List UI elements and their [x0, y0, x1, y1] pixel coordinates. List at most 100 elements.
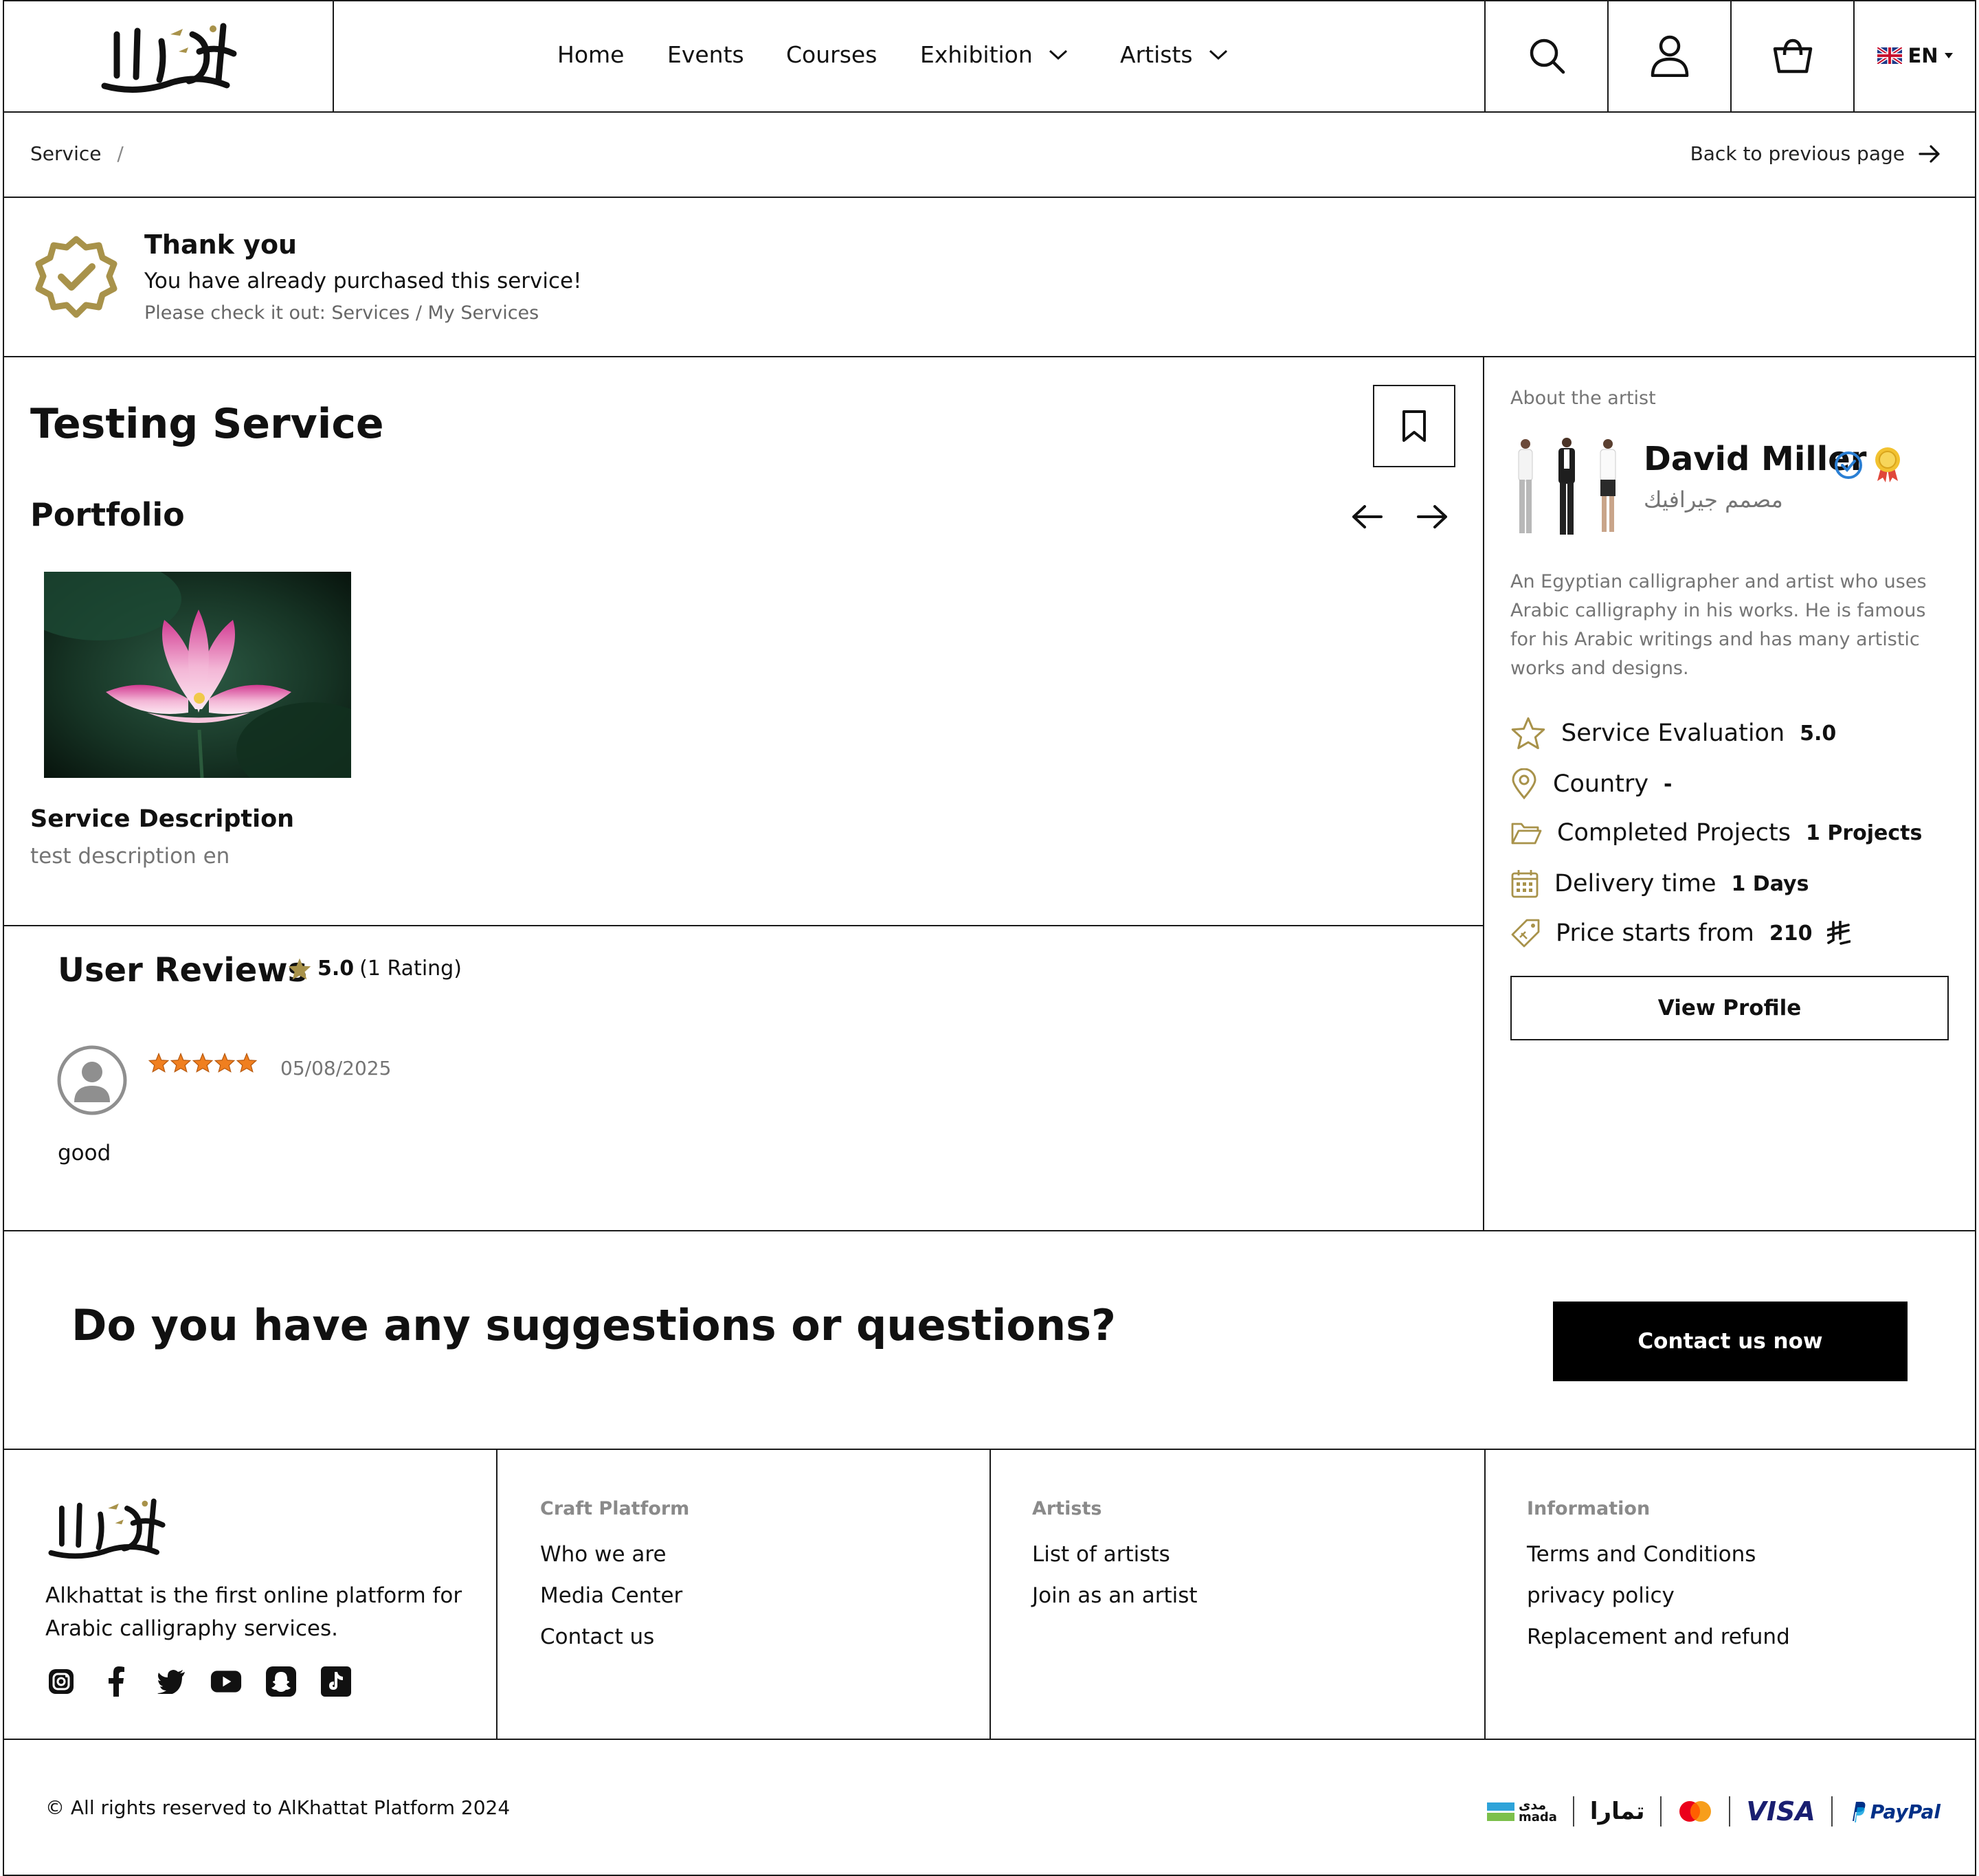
facebook-icon [109, 1666, 124, 1697]
portfolio-next-button[interactable] [1417, 504, 1449, 532]
nav-courses-label: Courses [786, 41, 877, 68]
breadcrumb: Service / [30, 142, 124, 165]
portfolio-heading: Portfolio [30, 496, 185, 533]
nav-artists-label: Artists [1120, 41, 1193, 68]
mada-latin: mada [1519, 1810, 1557, 1824]
arrow-right-icon [1417, 505, 1447, 528]
footer-link-privacy[interactable]: privacy policy [1527, 1583, 1675, 1608]
stat-value: 210 [1769, 921, 1813, 946]
stat-value: 1 Days [1731, 871, 1809, 896]
footer-link-media-center[interactable]: Media Center [540, 1583, 682, 1608]
account-button[interactable] [1609, 0, 1731, 111]
paypal-text: PayPal [1870, 1800, 1941, 1823]
tiktok-link[interactable] [320, 1666, 352, 1697]
notice-message: You have already purchased this service! [144, 269, 582, 293]
stat-delivery-time: Delivery time 1 Days [1510, 869, 1809, 899]
notice-hint[interactable]: Please check it out: Services / My Servi… [144, 302, 539, 324]
nav-artists[interactable]: Artists [1120, 41, 1229, 68]
uk-flag-icon [1877, 47, 1903, 64]
nav-exhibition[interactable]: Exhibition [920, 41, 1069, 68]
mastercard-icon [1679, 1801, 1712, 1822]
youtube-link[interactable] [210, 1666, 242, 1697]
cta-question: Do you have any suggestions or questions… [71, 1300, 1116, 1350]
footer-link-list-of-artists[interactable]: List of artists [1032, 1542, 1170, 1567]
cart-button[interactable] [1732, 0, 1854, 111]
footer-link-refund[interactable]: Replacement and refund [1527, 1624, 1790, 1649]
nav-home[interactable]: Home [557, 41, 624, 68]
nav-courses[interactable]: Courses [786, 41, 877, 68]
artist-role: مصمم جيرافيك [1644, 487, 1783, 513]
footer-heading-information: Information [1527, 1498, 1651, 1519]
stat-country: Country - [1510, 768, 1673, 800]
footer-link-join-as-artist[interactable]: Join as an artist [1032, 1583, 1198, 1608]
star-icon [1511, 717, 1545, 750]
footer-heading-craft-platform: Craft Platform [540, 1498, 690, 1519]
location-pin-icon [1512, 768, 1536, 800]
stat-label: Country [1553, 770, 1649, 798]
footer-heading-artists: Artists [1032, 1498, 1102, 1519]
stat-label: Price starts from [1556, 919, 1754, 947]
snapchat-link[interactable] [265, 1666, 297, 1697]
stat-value: 1 Projects [1806, 820, 1923, 845]
notice-title: Thank you [144, 230, 298, 260]
stat-label: Delivery time [1554, 870, 1717, 897]
contact-us-button[interactable]: Contact us now [1553, 1302, 1908, 1381]
stat-label: Completed Projects [1557, 819, 1791, 847]
calendar-icon [1511, 870, 1539, 898]
user-icon [1651, 35, 1689, 77]
search-button[interactable] [1486, 0, 1608, 111]
facebook-link[interactable] [100, 1666, 132, 1697]
language-label: EN [1908, 44, 1938, 67]
review-date: 05/08/2025 [280, 1057, 392, 1080]
portfolio-image[interactable] [16, 558, 388, 799]
youtube-icon [210, 1671, 242, 1693]
chevron-down-icon [1049, 49, 1067, 60]
tamara-logo: تمارا [1589, 1798, 1645, 1825]
star-icon [288, 957, 311, 980]
portfolio-prev-button[interactable] [1351, 504, 1383, 532]
price-tag-icon [1511, 919, 1540, 948]
view-profile-button[interactable]: View Profile [1510, 976, 1949, 1040]
footer-link-contact-us[interactable]: Contact us [540, 1624, 654, 1649]
artist-bio: An Egyptian calligrapher and artist who … [1510, 571, 1927, 679]
verified-check-icon [1833, 450, 1864, 480]
nav-home-label: Home [557, 41, 625, 68]
description-heading: Service Description [30, 805, 295, 833]
language-selector[interactable]: EN [1855, 0, 1976, 111]
footer-tagline-line1: Alkhattat is the first online platform f… [45, 1583, 462, 1608]
tiktok-icon [321, 1666, 351, 1697]
footer-tagline: Alkhattat is the first online platform f… [45, 1579, 462, 1645]
stat-price: Price starts from 210 [1510, 918, 1851, 948]
view-profile-label: View Profile [1657, 996, 1802, 1020]
instagram-icon [49, 1669, 74, 1694]
award-badge-icon [1873, 445, 1902, 482]
about-artist-label: About the artist [1510, 388, 1656, 409]
site-logo[interactable] [96, 14, 247, 100]
reviews-count: (1 Rating) [359, 957, 462, 981]
stat-completed-projects: Completed Projects 1 Projects [1510, 819, 1922, 847]
footer-logo[interactable] [44, 1490, 175, 1565]
nav-events[interactable]: Events [667, 41, 744, 68]
nav-exhibition-label: Exhibition [920, 41, 1033, 68]
footer-link-terms[interactable]: Terms and Conditions [1527, 1542, 1756, 1567]
back-link[interactable]: Back to previous page [1690, 142, 1941, 165]
stat-value: 5.0 [1800, 721, 1837, 746]
contact-us-label: Contact us now [1637, 1329, 1823, 1354]
instagram-link[interactable] [45, 1666, 77, 1697]
paypal-logo: PayPal [1848, 1800, 1941, 1823]
breadcrumb-separator: / [117, 142, 124, 165]
footer-tagline-line2: Arabic calligraphy services. [45, 1616, 339, 1641]
verified-badge-icon [33, 234, 120, 320]
shopping-bag-icon [1773, 38, 1813, 74]
artist-photo[interactable] [1510, 436, 1627, 541]
visa-logo: VISA [1746, 1796, 1815, 1827]
bookmark-button[interactable] [1373, 385, 1455, 467]
star-icon [236, 1053, 257, 1073]
reviews-average: 5.0 [317, 957, 355, 981]
breadcrumb-service[interactable]: Service [30, 142, 101, 165]
stat-value: - [1664, 772, 1673, 796]
nav-events-label: Events [667, 41, 744, 68]
twitter-link[interactable] [155, 1666, 187, 1697]
reviewer-avatar [56, 1045, 128, 1116]
footer-link-who-we-are[interactable]: Who we are [540, 1542, 667, 1567]
